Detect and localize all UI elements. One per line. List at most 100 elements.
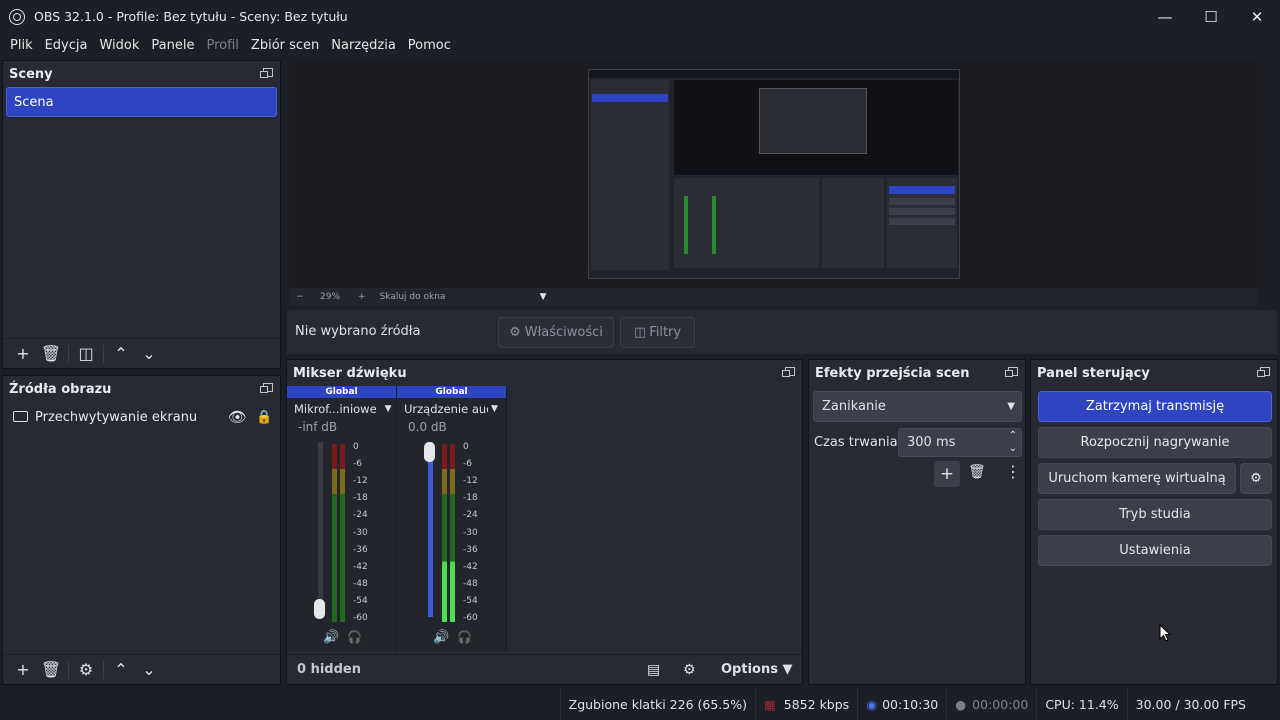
zoom-out-button[interactable]: − bbox=[296, 292, 310, 302]
bitrate-graph-icon: ▦ bbox=[763, 696, 776, 712]
delete-source-button[interactable]: 🗑 bbox=[37, 658, 65, 682]
meter-scale-tick: -18 bbox=[353, 493, 368, 504]
menu-narzedzia[interactable]: Narzędzia bbox=[325, 38, 402, 53]
meter-scale-tick: -6 bbox=[463, 459, 472, 470]
undock-icon[interactable] bbox=[782, 367, 795, 377]
minimize-button[interactable]: — bbox=[1142, 0, 1188, 33]
menu-panele[interactable]: Panele bbox=[145, 38, 200, 53]
start-virtual-camera-button[interactable]: Uruchom kamerę wirtualną bbox=[1038, 463, 1236, 494]
meter-scale-tick: 0 bbox=[463, 442, 469, 452]
meter-scale-tick: -18 bbox=[463, 493, 478, 504]
volume-slider[interactable] bbox=[314, 442, 325, 619]
monitor-headphones-icon[interactable]: 🎧 bbox=[457, 630, 472, 644]
controls-panel: Panel sterujący Zatrzymaj transmisję Roz… bbox=[1030, 359, 1278, 685]
transitions-panel: Efekty przejścia scen Zanikanie ▼ Czas t… bbox=[808, 359, 1026, 685]
chevron-down-icon: ▼ bbox=[491, 404, 498, 414]
dropped-frames: Zgubione klatki 226 (65.5%) bbox=[559, 688, 755, 720]
scene-filters-button[interactable]: ◫ bbox=[72, 342, 100, 366]
spin-down-icon[interactable]: ⌄ bbox=[1009, 443, 1017, 454]
move-up-button[interactable]: ⌃ bbox=[107, 342, 135, 366]
more-options-icon[interactable]: ⋮ bbox=[1005, 462, 1021, 481]
add-source-button[interactable]: + bbox=[9, 658, 37, 682]
settings-button[interactable]: Ustawienia bbox=[1038, 535, 1272, 566]
properties-button[interactable]: ⚙ Właściwości bbox=[498, 317, 614, 348]
mixer-title: Mikser dźwięku bbox=[293, 365, 407, 381]
lock-icon[interactable]: 🔒 bbox=[256, 410, 272, 425]
maximize-button[interactable]: ☐ bbox=[1188, 0, 1234, 33]
advanced-audio-gear-icon[interactable]: ⚙ bbox=[683, 662, 696, 678]
close-button[interactable]: ✕ bbox=[1234, 0, 1280, 33]
monitor-headphones-icon[interactable]: 🎧 bbox=[347, 630, 362, 644]
options-button[interactable]: Options ▼ bbox=[721, 662, 792, 677]
menu-edycja[interactable]: Edycja bbox=[39, 38, 94, 53]
preview-toolbar: − 29% + Skaluj do okna ▼ bbox=[290, 288, 1257, 306]
duration-spinbox[interactable]: 300 ms ⌃ ⌄ bbox=[898, 428, 1022, 457]
move-down-button[interactable]: ⌄ bbox=[135, 342, 163, 366]
fps-status: 30.00 / 30.00 FPS bbox=[1126, 688, 1280, 720]
sources-title: Źródła obrazu bbox=[9, 381, 112, 397]
window-title: OBS 32.1.0 - Profile: Bez tytułu - Sceny… bbox=[34, 9, 348, 24]
transitions-title: Efekty przejścia scen bbox=[815, 365, 970, 381]
meter-scale-tick: -30 bbox=[353, 527, 368, 538]
record-icon: ● bbox=[955, 696, 967, 712]
undock-icon[interactable] bbox=[1005, 367, 1018, 377]
speaker-icon[interactable]: 🔊 bbox=[433, 630, 449, 645]
visibility-eye-icon[interactable]: 👁 bbox=[228, 408, 247, 426]
virtual-camera-settings-gear-icon[interactable]: ⚙ bbox=[1240, 463, 1272, 494]
meter-scale-tick: -60 bbox=[353, 613, 368, 623]
filters-button[interactable]: ◫ Filtry bbox=[620, 317, 695, 348]
scale-mode-select[interactable]: Skaluj do okna bbox=[380, 292, 540, 302]
start-recording-button[interactable]: Rozpocznij nagrywanie bbox=[1038, 427, 1272, 458]
mixer-channel: Global Urządzenie audio▼ 0.0 dB 0 -6 -12 -1… bbox=[397, 386, 507, 652]
menu-zbior-scen[interactable]: Zbiór scen bbox=[245, 38, 325, 53]
meter-scale-tick: -30 bbox=[463, 527, 478, 538]
level-meter bbox=[332, 444, 346, 622]
volume-slider[interactable] bbox=[424, 442, 435, 617]
meter-scale-tick: -36 bbox=[353, 544, 368, 555]
undock-icon[interactable] bbox=[260, 383, 273, 393]
stop-stream-button[interactable]: Zatrzymaj transmisję bbox=[1038, 391, 1272, 422]
undock-icon[interactable] bbox=[260, 68, 273, 78]
undock-icon[interactable] bbox=[1257, 367, 1270, 377]
menu-widok[interactable]: Widok bbox=[93, 38, 145, 53]
preview-thumbnail bbox=[588, 69, 960, 279]
stream-time: ◉ 00:10:30 bbox=[857, 688, 946, 720]
meter-scale-tick: -36 bbox=[463, 544, 478, 555]
gear-icon: ⚙ bbox=[509, 325, 521, 340]
duration-label: Czas trwania bbox=[814, 435, 898, 450]
chevron-down-icon: ▼ bbox=[1007, 401, 1015, 412]
transition-select[interactable]: Zanikanie ▼ bbox=[813, 391, 1022, 422]
chevron-down-icon[interactable]: ▼ bbox=[540, 292, 547, 302]
delete-transition-button[interactable]: 🗑 bbox=[968, 464, 986, 480]
meter-scale-tick: -48 bbox=[353, 578, 368, 589]
source-item[interactable]: Przechwytywanie ekranu 👁 🔒 bbox=[3, 402, 280, 432]
scene-item[interactable]: Scena bbox=[6, 87, 277, 117]
controls-title: Panel sterujący bbox=[1037, 365, 1150, 381]
channel-name[interactable]: Urządzenie audio▼ bbox=[397, 398, 506, 420]
volume-handle[interactable] bbox=[314, 599, 325, 619]
meter-scale-tick: -6 bbox=[353, 459, 362, 470]
menu-profil[interactable]: Profil bbox=[200, 38, 244, 53]
menu-pomoc[interactable]: Pomoc bbox=[402, 38, 457, 53]
speaker-icon[interactable]: 🔊 bbox=[323, 630, 339, 645]
cpu-usage: CPU: 11.4% bbox=[1036, 688, 1126, 720]
studio-mode-button[interactable]: Tryb studia bbox=[1038, 499, 1272, 530]
zoom-in-button[interactable]: + bbox=[358, 292, 366, 302]
mixer-bottom-bar: 0 hidden ▤ ⚙ Options ▼ bbox=[287, 654, 802, 684]
add-scene-button[interactable]: + bbox=[9, 342, 37, 366]
level-meter bbox=[442, 444, 456, 622]
move-up-button[interactable]: ⌃ bbox=[107, 658, 135, 682]
channel-name[interactable]: Mikrof...iniowe ▼ bbox=[287, 398, 396, 420]
source-properties-gear-icon[interactable]: ⚙ bbox=[72, 658, 100, 682]
move-down-button[interactable]: ⌄ bbox=[135, 658, 163, 682]
volume-handle[interactable] bbox=[424, 442, 435, 462]
menu-plik[interactable]: Plik bbox=[4, 38, 39, 53]
layout-toggle-icon[interactable]: ▤ bbox=[647, 662, 660, 678]
mixer-channel: Global Mikrof...iniowe ▼ -inf dB 0 -6 -12 -1… bbox=[287, 386, 397, 652]
add-transition-button[interactable]: + bbox=[934, 461, 960, 487]
spin-up-icon[interactable]: ⌃ bbox=[1009, 430, 1017, 441]
delete-scene-button[interactable]: 🗑 bbox=[37, 342, 65, 366]
preview-area[interactable] bbox=[290, 60, 1257, 288]
chevron-down-icon: ▼ bbox=[384, 404, 392, 414]
audio-mixer-panel: Mikser dźwięku Global Mikrof...iniowe ▼ -… bbox=[286, 359, 803, 685]
